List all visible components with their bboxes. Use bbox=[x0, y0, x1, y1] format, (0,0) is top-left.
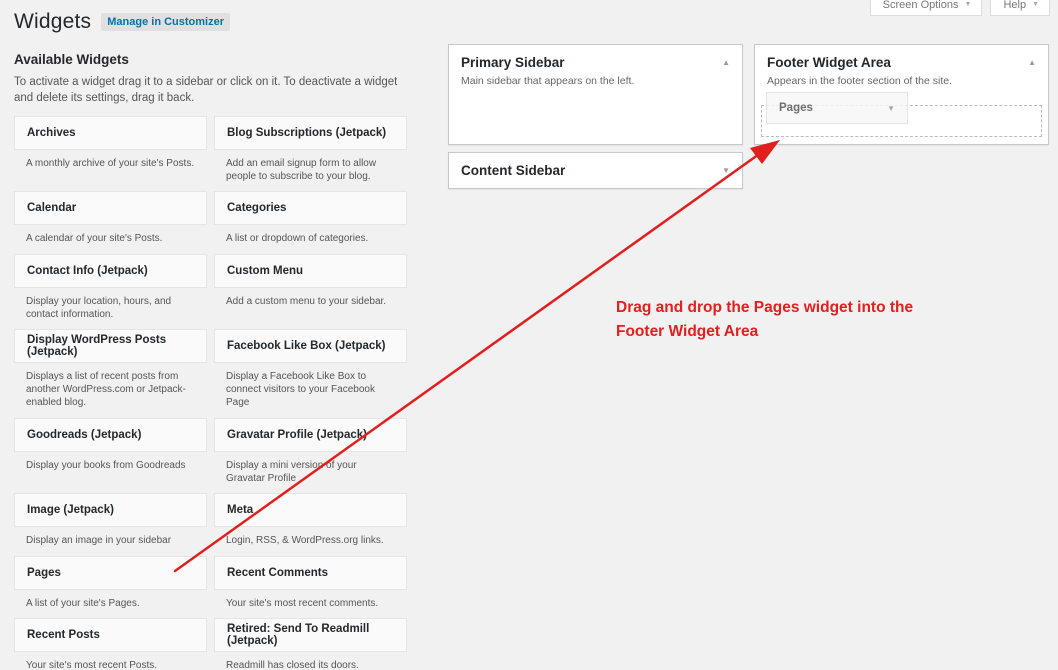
content-sidebar-title: Content Sidebar bbox=[461, 162, 566, 178]
widget-calendar[interactable]: Calendar bbox=[14, 191, 207, 225]
widget-description: Add a custom menu to your sidebar. bbox=[226, 296, 387, 307]
sidebar-header[interactable]: Footer Widget Area ▲ bbox=[755, 45, 1048, 79]
footer-widget-area-title: Footer Widget Area bbox=[767, 54, 891, 70]
widget-description: Your site's most recent Posts. bbox=[26, 660, 158, 670]
widget-meta[interactable]: Meta bbox=[214, 493, 407, 527]
primary-sidebar-description: Main sidebar that appears on the left. bbox=[461, 75, 635, 87]
collapse-caret-icon[interactable]: ▲ bbox=[722, 58, 730, 67]
widget-item: Contact Info (Jetpack) Display your loca… bbox=[14, 254, 207, 321]
widget-item: Meta Login, RSS, & WordPress.org links. bbox=[214, 493, 407, 547]
widget-item: Categories A list or dropdown of categor… bbox=[214, 191, 407, 245]
widget-item: Facebook Like Box (Jetpack) Display a Fa… bbox=[214, 329, 407, 409]
widget-item: Image (Jetpack) Display an image in your… bbox=[14, 493, 207, 547]
widget-goodreads[interactable]: Goodreads (Jetpack) bbox=[14, 418, 207, 452]
widget-description: Readmill has closed its doors. bbox=[226, 660, 359, 670]
annotation-line-2: Footer Widget Area bbox=[616, 323, 759, 340]
manage-in-customizer-button[interactable]: Manage in Customizer bbox=[101, 13, 231, 31]
widget-item: Custom Menu Add a custom menu to your si… bbox=[214, 254, 407, 308]
page-header: Widgets Manage in Customizer bbox=[14, 10, 231, 34]
widget-description: A list of your site's Pages. bbox=[26, 598, 140, 609]
expand-caret-icon[interactable]: ▼ bbox=[722, 166, 730, 175]
content-sidebar-area[interactable]: Content Sidebar ▼ bbox=[448, 152, 743, 189]
widget-item: Retired: Send To Readmill (Jetpack) Read… bbox=[214, 618, 407, 670]
annotation-line-1: Drag and drop the Pages widget into the bbox=[616, 299, 914, 316]
widget-facebook-like-box[interactable]: Facebook Like Box (Jetpack) bbox=[214, 329, 407, 363]
help-button[interactable]: Help ▼ bbox=[990, 0, 1050, 16]
widget-recent-comments[interactable]: Recent Comments bbox=[214, 556, 407, 590]
widget-description: Displays a list of recent posts from ano… bbox=[26, 371, 186, 408]
widget-description: Your site's most recent comments. bbox=[226, 598, 379, 609]
widget-description: A list or dropdown of categories. bbox=[226, 233, 369, 244]
instruction-annotation: Drag and drop the Pages widget into the … bbox=[616, 296, 976, 344]
sidebar-header[interactable]: Content Sidebar ▼ bbox=[449, 153, 742, 187]
widget-item: Calendar A calendar of your site's Posts… bbox=[14, 191, 207, 245]
screen-meta-links: Screen Options ▼ Help ▼ bbox=[869, 0, 1050, 16]
help-label: Help bbox=[1003, 0, 1027, 11]
dragging-pages-widget[interactable]: Pages ▼ bbox=[766, 92, 908, 124]
widget-item: Archives A monthly archive of your site'… bbox=[14, 116, 207, 170]
widget-item: Display WordPress Posts (Jetpack) Displa… bbox=[14, 329, 207, 409]
widget-description: Display an image in your sidebar bbox=[26, 535, 172, 546]
widget-categories[interactable]: Categories bbox=[214, 191, 407, 225]
widget-description: Display a mini version of your Gravatar … bbox=[226, 460, 357, 484]
primary-sidebar-title: Primary Sidebar bbox=[461, 54, 565, 70]
available-widgets-description: To activate a widget drag it to a sideba… bbox=[14, 76, 398, 104]
widget-custom-menu[interactable]: Custom Menu bbox=[214, 254, 407, 288]
screen-options-label: Screen Options bbox=[882, 0, 959, 11]
widget-item: Pages A list of your site's Pages. bbox=[14, 556, 207, 610]
widget-item: Recent Posts Your site's most recent Pos… bbox=[14, 618, 207, 670]
widget-blog-subscriptions[interactable]: Blog Subscriptions (Jetpack) bbox=[214, 116, 407, 150]
widget-description: Login, RSS, & WordPress.org links. bbox=[226, 535, 384, 546]
widget-recent-posts[interactable]: Recent Posts bbox=[14, 618, 207, 652]
chevron-down-icon: ▼ bbox=[887, 103, 895, 113]
widget-description: Add an email signup form to allow people… bbox=[226, 158, 377, 182]
widget-gravatar-profile[interactable]: Gravatar Profile (Jetpack) bbox=[214, 418, 407, 452]
widget-item: Goodreads (Jetpack) Display your books f… bbox=[14, 418, 207, 472]
sidebar-header[interactable]: Primary Sidebar ▲ bbox=[449, 45, 742, 79]
widget-description: Display a Facebook Like Box to connect v… bbox=[226, 371, 375, 408]
available-widgets-title: Available Widgets bbox=[14, 52, 129, 67]
page-title: Widgets bbox=[14, 10, 92, 33]
widget-archives[interactable]: Archives bbox=[14, 116, 207, 150]
widget-item: Gravatar Profile (Jetpack) Display a min… bbox=[214, 418, 407, 485]
primary-sidebar-area[interactable]: Primary Sidebar ▲ Main sidebar that appe… bbox=[448, 44, 743, 145]
widget-description: A monthly archive of your site's Posts. bbox=[26, 158, 195, 169]
widget-description: Display your location, hours, and contac… bbox=[26, 296, 172, 320]
widget-display-wordpress-posts[interactable]: Display WordPress Posts (Jetpack) bbox=[14, 329, 207, 363]
widget-item: Recent Comments Your site's most recent … bbox=[214, 556, 407, 610]
chevron-down-icon: ▼ bbox=[1032, 1, 1039, 8]
widget-description: A calendar of your site's Posts. bbox=[26, 233, 163, 244]
widget-contact-info[interactable]: Contact Info (Jetpack) bbox=[14, 254, 207, 288]
widget-image[interactable]: Image (Jetpack) bbox=[14, 493, 207, 527]
widget-send-to-readmill[interactable]: Retired: Send To Readmill (Jetpack) bbox=[214, 618, 407, 652]
screen-options-button[interactable]: Screen Options ▼ bbox=[869, 0, 983, 16]
chevron-down-icon: ▼ bbox=[964, 1, 972, 8]
widget-item: Blog Subscriptions (Jetpack) Add an emai… bbox=[214, 116, 407, 183]
dragging-widget-label: Pages bbox=[779, 102, 813, 114]
widget-pages[interactable]: Pages bbox=[14, 556, 207, 590]
widget-description: Display your books from Goodreads bbox=[26, 460, 186, 471]
collapse-caret-icon[interactable]: ▲ bbox=[1028, 58, 1036, 67]
footer-widget-area-description: Appears in the footer section of the sit… bbox=[767, 75, 953, 87]
